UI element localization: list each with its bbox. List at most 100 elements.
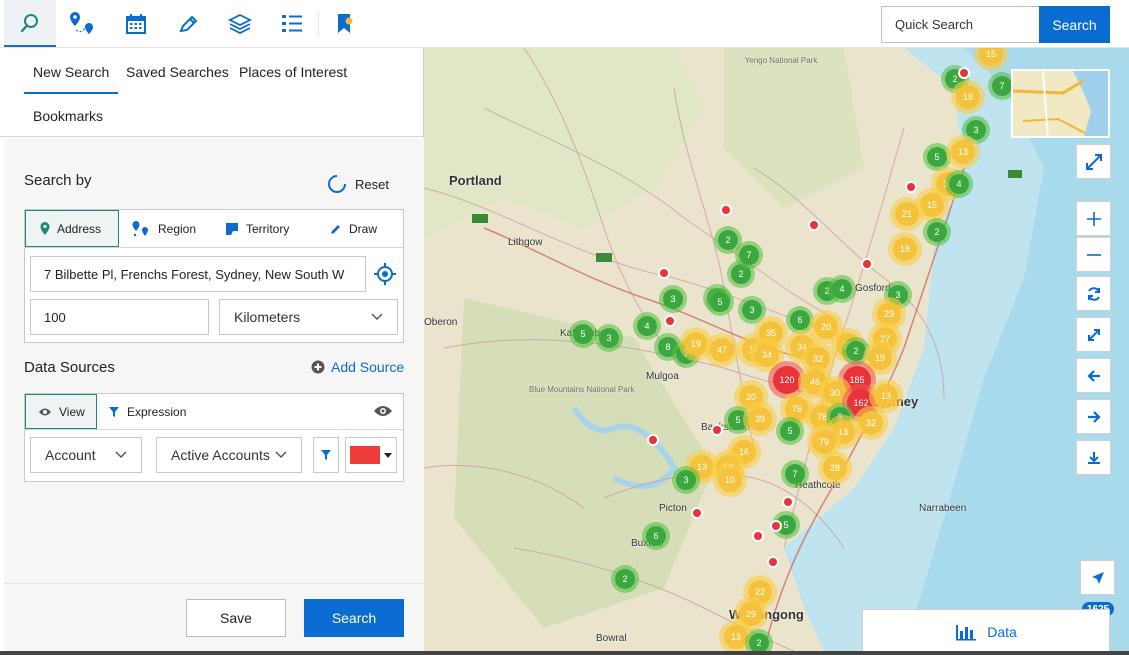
- locate-me-button[interactable]: [373, 262, 397, 286]
- cluster-marker[interactable]: 3: [663, 289, 683, 309]
- cluster-marker[interactable]: 6: [790, 310, 810, 330]
- account-pin[interactable]: [720, 204, 732, 216]
- mode-region[interactable]: Region: [131, 210, 196, 247]
- cluster-marker[interactable]: 18: [893, 237, 917, 261]
- mode-address[interactable]: Address: [25, 210, 119, 247]
- cluster-marker[interactable]: 2: [927, 222, 947, 242]
- cluster-marker[interactable]: 7: [992, 76, 1012, 96]
- cluster-marker[interactable]: 22: [748, 580, 772, 604]
- radius-input[interactable]: 100: [30, 299, 209, 335]
- cluster-marker[interactable]: 21: [895, 202, 919, 226]
- cluster-marker[interactable]: 2: [615, 569, 635, 589]
- save-button[interactable]: Save: [186, 599, 286, 637]
- filter-button[interactable]: [313, 437, 339, 473]
- search-button[interactable]: Search: [304, 599, 404, 637]
- cluster-marker[interactable]: 23: [877, 302, 901, 326]
- reset-button[interactable]: Reset: [327, 174, 389, 194]
- cluster-marker[interactable]: 3: [599, 328, 619, 348]
- cluster-marker[interactable]: 5: [780, 421, 800, 441]
- account-pin[interactable]: [664, 315, 676, 327]
- address-input[interactable]: 7 Bilbette Pl, Frenchs Forest, Sydney, N…: [30, 256, 366, 292]
- bookmark-tool-button[interactable]: [318, 0, 370, 47]
- quick-search-button[interactable]: Search: [1039, 6, 1110, 43]
- tab-new-search[interactable]: New Search: [24, 64, 119, 94]
- refresh-button[interactable]: [1076, 276, 1111, 311]
- add-source-button[interactable]: Add Source: [311, 359, 404, 375]
- expand-button[interactable]: [1076, 317, 1111, 352]
- cluster-marker[interactable]: 4: [832, 279, 852, 299]
- cluster-marker[interactable]: 13: [874, 384, 898, 408]
- account-select[interactable]: Account: [30, 437, 142, 473]
- cluster-marker[interactable]: 2: [749, 633, 769, 651]
- cluster-marker[interactable]: 35: [759, 321, 783, 345]
- zoom-out-button[interactable]: [1076, 237, 1111, 272]
- layers-tool-button[interactable]: [214, 0, 266, 47]
- list-tool-button[interactable]: [266, 0, 318, 47]
- cluster-marker[interactable]: 7: [739, 245, 759, 265]
- cluster-marker[interactable]: 8: [658, 337, 678, 357]
- cluster-marker[interactable]: 4: [949, 174, 969, 194]
- cluster-marker[interactable]: 13: [951, 140, 975, 164]
- cluster-marker[interactable]: 5: [927, 147, 947, 167]
- locate-button[interactable]: [1080, 560, 1115, 595]
- cluster-marker[interactable]: 10: [718, 468, 742, 492]
- account-pin[interactable]: [711, 424, 723, 436]
- account-pin[interactable]: [647, 434, 659, 446]
- cluster-marker[interactable]: 20: [739, 385, 763, 409]
- draw-tool-button[interactable]: [162, 0, 214, 47]
- cluster-marker[interactable]: 4: [637, 316, 657, 336]
- account-pin[interactable]: [767, 556, 779, 568]
- account-pin[interactable]: [958, 67, 970, 79]
- cluster-marker[interactable]: 30: [823, 381, 847, 405]
- cluster-marker[interactable]: 7: [785, 464, 805, 484]
- cluster-marker[interactable]: 47: [710, 338, 734, 362]
- unit-select[interactable]: Kilometers: [219, 299, 398, 335]
- cluster-marker[interactable]: 15: [920, 193, 944, 217]
- cluster-marker[interactable]: 13: [724, 625, 748, 649]
- forward-button[interactable]: [1076, 399, 1111, 434]
- account-pin[interactable]: [691, 507, 703, 519]
- data-button[interactable]: Data: [862, 609, 1110, 655]
- cluster-marker[interactable]: 28: [823, 456, 847, 480]
- cluster-marker[interactable]: 18: [956, 85, 980, 109]
- account-pin[interactable]: [770, 520, 782, 532]
- overview-minimap[interactable]: [1011, 69, 1110, 138]
- mode-draw[interactable]: Draw: [330, 210, 377, 247]
- account-pin[interactable]: [808, 219, 820, 231]
- route-tool-button[interactable]: [56, 0, 108, 47]
- cluster-marker[interactable]: 19: [868, 346, 892, 370]
- cluster-marker[interactable]: 19: [684, 332, 708, 356]
- zoom-in-button[interactable]: [1076, 201, 1111, 236]
- back-button[interactable]: [1076, 358, 1111, 393]
- cluster-marker[interactable]: 76: [785, 397, 809, 421]
- cluster-marker[interactable]: 3: [742, 300, 762, 320]
- tab-saved-searches[interactable]: Saved Searches: [126, 64, 229, 80]
- cluster-marker[interactable]: 32: [806, 347, 830, 371]
- download-button[interactable]: [1076, 440, 1111, 475]
- cluster-marker[interactable]: 29: [739, 602, 763, 626]
- cluster-marker[interactable]: 5: [710, 292, 730, 312]
- cluster-marker[interactable]: 5: [728, 410, 748, 430]
- cluster-marker[interactable]: 3: [966, 120, 986, 140]
- cluster-marker[interactable]: 3: [676, 470, 696, 490]
- calendar-tool-button[interactable]: [110, 0, 162, 47]
- account-pin[interactable]: [905, 181, 917, 193]
- visibility-toggle[interactable]: [373, 404, 393, 421]
- cluster-marker[interactable]: 2: [718, 230, 738, 250]
- cluster-marker[interactable]: 20: [814, 315, 838, 339]
- cluster-marker[interactable]: 79: [812, 430, 836, 454]
- quick-search-input[interactable]: Quick Search: [881, 6, 1041, 43]
- map-canvas[interactable]: Portland Lithgow Mulgoa Blue Mountains Nati…: [424, 48, 1129, 651]
- fullscreen-button[interactable]: [1076, 144, 1111, 179]
- accounts-filter-select[interactable]: Active Accounts: [156, 437, 302, 473]
- account-pin[interactable]: [658, 267, 670, 279]
- tab-bookmarks[interactable]: Bookmarks: [33, 108, 103, 124]
- cluster-marker[interactable]: 120: [773, 366, 801, 394]
- cluster-marker[interactable]: 6: [646, 526, 666, 546]
- tab-expression[interactable]: Expression: [108, 394, 186, 429]
- cluster-marker[interactable]: 5: [573, 324, 593, 344]
- search-tool-button[interactable]: [4, 0, 56, 47]
- cluster-marker[interactable]: 34: [755, 343, 779, 367]
- cluster-marker[interactable]: 39: [748, 407, 772, 431]
- mode-territory[interactable]: Territory: [225, 210, 289, 247]
